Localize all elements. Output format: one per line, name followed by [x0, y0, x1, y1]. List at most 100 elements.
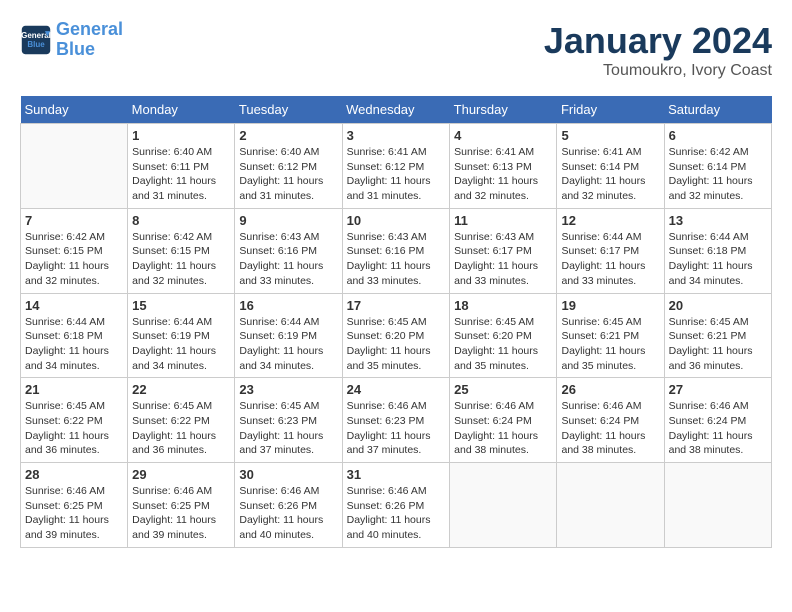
day-info: Sunrise: 6:43 AMSunset: 6:16 PMDaylight:…: [347, 230, 446, 289]
day-number: 30: [239, 467, 337, 482]
calendar-cell: 15 Sunrise: 6:44 AMSunset: 6:19 PMDayligh…: [128, 293, 235, 378]
calendar-cell: 2 Sunrise: 6:40 AMSunset: 6:12 PMDaylight…: [235, 124, 342, 209]
weekday-header-row: SundayMondayTuesdayWednesdayThursdayFrid…: [21, 96, 772, 124]
day-number: 17: [347, 298, 446, 313]
svg-text:Blue: Blue: [27, 40, 45, 49]
day-number: 29: [132, 467, 230, 482]
day-number: 12: [561, 213, 659, 228]
day-number: 6: [669, 128, 767, 143]
day-number: 31: [347, 467, 446, 482]
day-info: Sunrise: 6:42 AMSunset: 6:15 PMDaylight:…: [132, 230, 230, 289]
calendar-cell: [450, 463, 557, 548]
day-info: Sunrise: 6:44 AMSunset: 6:17 PMDaylight:…: [561, 230, 659, 289]
calendar-cell: 6 Sunrise: 6:42 AMSunset: 6:14 PMDaylight…: [664, 124, 771, 209]
calendar-cell: [21, 124, 128, 209]
weekday-header-tuesday: Tuesday: [235, 96, 342, 124]
day-number: 1: [132, 128, 230, 143]
day-info: Sunrise: 6:45 AMSunset: 6:21 PMDaylight:…: [669, 315, 767, 374]
calendar-cell: 27Sunrise: 6:46 AMSunset: 6:24 PMDayligh…: [664, 378, 771, 463]
calendar-cell: 24 Sunrise: 6:46 AMSunset: 6:23 PMDayligh…: [342, 378, 450, 463]
calendar-week-row: 21 Sunrise: 6:45 AMSunset: 6:22 PMDayligh…: [21, 378, 772, 463]
month-title: January 2024: [544, 20, 772, 62]
location-subtitle: Toumoukro, Ivory Coast: [544, 62, 772, 80]
day-info: Sunrise: 6:41 AMSunset: 6:12 PMDaylight:…: [347, 145, 446, 204]
day-info: Sunrise: 6:45 AMSunset: 6:23 PMDaylight:…: [239, 399, 337, 458]
day-number: 16: [239, 298, 337, 313]
calendar-cell: 22Sunrise: 6:45 AMSunset: 6:22 PMDayligh…: [128, 378, 235, 463]
title-area: January 2024 Toumoukro, Ivory Coast: [544, 20, 772, 80]
calendar-cell: 8 Sunrise: 6:42 AMSunset: 6:15 PMDaylight…: [128, 208, 235, 293]
day-info: Sunrise: 6:44 AMSunset: 6:19 PMDaylight:…: [239, 315, 337, 374]
day-info: Sunrise: 6:41 AMSunset: 6:13 PMDaylight:…: [454, 145, 552, 204]
calendar-cell: 28 Sunrise: 6:46 AMSunset: 6:25 PMDayligh…: [21, 463, 128, 548]
day-number: 14: [25, 298, 123, 313]
weekday-header-thursday: Thursday: [450, 96, 557, 124]
calendar-cell: 21Sunrise: 6:45 AMSunset: 6:22 PMDayligh…: [21, 378, 128, 463]
weekday-header-friday: Friday: [557, 96, 664, 124]
day-info: Sunrise: 6:41 AMSunset: 6:14 PMDaylight:…: [561, 145, 659, 204]
logo-icon: General Blue: [20, 24, 52, 56]
day-number: 21: [25, 382, 123, 397]
logo-text: General Blue: [56, 20, 123, 60]
day-number: 5: [561, 128, 659, 143]
day-info: Sunrise: 6:45 AMSunset: 6:22 PMDaylight:…: [132, 399, 230, 458]
day-info: Sunrise: 6:46 AMSunset: 6:25 PMDaylight:…: [132, 484, 230, 543]
weekday-header-wednesday: Wednesday: [342, 96, 450, 124]
calendar-cell: 1 Sunrise: 6:40 AMSunset: 6:11 PMDaylight…: [128, 124, 235, 209]
day-number: 13: [669, 213, 767, 228]
day-info: Sunrise: 6:46 AMSunset: 6:24 PMDaylight:…: [454, 399, 552, 458]
day-info: Sunrise: 6:43 AMSunset: 6:17 PMDaylight:…: [454, 230, 552, 289]
calendar-cell: 9Sunrise: 6:43 AMSunset: 6:16 PMDaylight…: [235, 208, 342, 293]
day-number: 20: [669, 298, 767, 313]
calendar-cell: 11Sunrise: 6:43 AMSunset: 6:17 PMDayligh…: [450, 208, 557, 293]
day-info: Sunrise: 6:44 AMSunset: 6:19 PMDaylight:…: [132, 315, 230, 374]
day-info: Sunrise: 6:46 AMSunset: 6:25 PMDaylight:…: [25, 484, 123, 543]
weekday-header-monday: Monday: [128, 96, 235, 124]
day-info: Sunrise: 6:45 AMSunset: 6:20 PMDaylight:…: [454, 315, 552, 374]
day-info: Sunrise: 6:46 AMSunset: 6:24 PMDaylight:…: [561, 399, 659, 458]
day-number: 24: [347, 382, 446, 397]
calendar-cell: 18Sunrise: 6:45 AMSunset: 6:20 PMDayligh…: [450, 293, 557, 378]
calendar-cell: 19 Sunrise: 6:45 AMSunset: 6:21 PMDayligh…: [557, 293, 664, 378]
logo-line2: Blue: [56, 39, 95, 59]
calendar-cell: 12 Sunrise: 6:44 AMSunset: 6:17 PMDayligh…: [557, 208, 664, 293]
day-number: 27: [669, 382, 767, 397]
calendar-cell: 4 Sunrise: 6:41 AMSunset: 6:13 PMDaylight…: [450, 124, 557, 209]
calendar-cell: [664, 463, 771, 548]
calendar-cell: 23Sunrise: 6:45 AMSunset: 6:23 PMDayligh…: [235, 378, 342, 463]
day-number: 19: [561, 298, 659, 313]
day-number: 4: [454, 128, 552, 143]
day-info: Sunrise: 6:42 AMSunset: 6:14 PMDaylight:…: [669, 145, 767, 204]
calendar-table: SundayMondayTuesdayWednesdayThursdayFrid…: [20, 96, 772, 548]
day-info: Sunrise: 6:45 AMSunset: 6:20 PMDaylight:…: [347, 315, 446, 374]
day-info: Sunrise: 6:46 AMSunset: 6:23 PMDaylight:…: [347, 399, 446, 458]
calendar-week-row: 7 Sunrise: 6:42 AMSunset: 6:15 PMDaylight…: [21, 208, 772, 293]
day-number: 15: [132, 298, 230, 313]
day-number: 2: [239, 128, 337, 143]
day-info: Sunrise: 6:40 AMSunset: 6:11 PMDaylight:…: [132, 145, 230, 204]
day-number: 10: [347, 213, 446, 228]
calendar-cell: 25Sunrise: 6:46 AMSunset: 6:24 PMDayligh…: [450, 378, 557, 463]
day-info: Sunrise: 6:46 AMSunset: 6:26 PMDaylight:…: [239, 484, 337, 543]
logo: General Blue General Blue: [20, 20, 123, 60]
calendar-week-row: 14Sunrise: 6:44 AMSunset: 6:18 PMDayligh…: [21, 293, 772, 378]
day-number: 28: [25, 467, 123, 482]
calendar-cell: 31Sunrise: 6:46 AMSunset: 6:26 PMDayligh…: [342, 463, 450, 548]
logo-line1: General: [56, 19, 123, 39]
calendar-cell: 3 Sunrise: 6:41 AMSunset: 6:12 PMDaylight…: [342, 124, 450, 209]
calendar-cell: 13Sunrise: 6:44 AMSunset: 6:18 PMDayligh…: [664, 208, 771, 293]
day-info: Sunrise: 6:42 AMSunset: 6:15 PMDaylight:…: [25, 230, 123, 289]
day-number: 26: [561, 382, 659, 397]
day-info: Sunrise: 6:45 AMSunset: 6:21 PMDaylight:…: [561, 315, 659, 374]
day-info: Sunrise: 6:40 AMSunset: 6:12 PMDaylight:…: [239, 145, 337, 204]
day-number: 3: [347, 128, 446, 143]
calendar-cell: 17 Sunrise: 6:45 AMSunset: 6:20 PMDayligh…: [342, 293, 450, 378]
calendar-week-row: 1 Sunrise: 6:40 AMSunset: 6:11 PMDaylight…: [21, 124, 772, 209]
calendar-cell: 10 Sunrise: 6:43 AMSunset: 6:16 PMDayligh…: [342, 208, 450, 293]
calendar-cell: 14Sunrise: 6:44 AMSunset: 6:18 PMDayligh…: [21, 293, 128, 378]
day-number: 8: [132, 213, 230, 228]
calendar-cell: 26 Sunrise: 6:46 AMSunset: 6:24 PMDayligh…: [557, 378, 664, 463]
calendar-cell: [557, 463, 664, 548]
day-number: 7: [25, 213, 123, 228]
calendar-cell: 29 Sunrise: 6:46 AMSunset: 6:25 PMDayligh…: [128, 463, 235, 548]
